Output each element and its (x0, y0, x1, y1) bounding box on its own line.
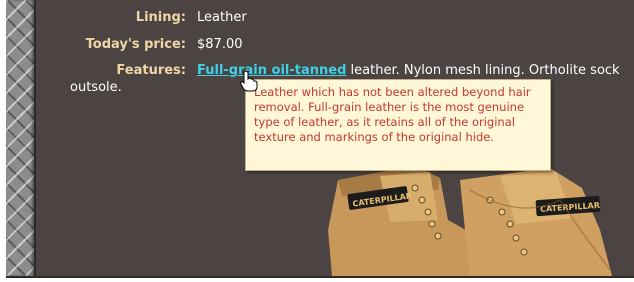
features-label: Features: (116, 63, 186, 78)
diamond-plate-border (6, 0, 36, 276)
lining-value: Leather (197, 10, 247, 25)
product-detail-panel: Lining: Leather Today's price: $87.00 Fe… (0, 0, 634, 282)
definition-tooltip: Leather which has not been altered beyon… (245, 79, 551, 171)
hand-pointer-icon (240, 70, 258, 92)
bottom-divider (6, 276, 634, 278)
price-label: Today's price: (85, 37, 186, 52)
features-description: leather. Nylon mesh lining. Ortholite so… (350, 63, 620, 78)
features-description-cont: outsole. (70, 80, 122, 95)
full-grain-link[interactable]: Full-grain oil-tanned (197, 63, 346, 78)
features-line: Full-grain oil-tanned leather. Nylon mes… (197, 63, 620, 78)
boots-image: CATERPILLAR CATERPILLAR (328, 166, 612, 276)
price-value: $87.00 (197, 37, 243, 52)
lining-label: Lining: (135, 10, 186, 25)
